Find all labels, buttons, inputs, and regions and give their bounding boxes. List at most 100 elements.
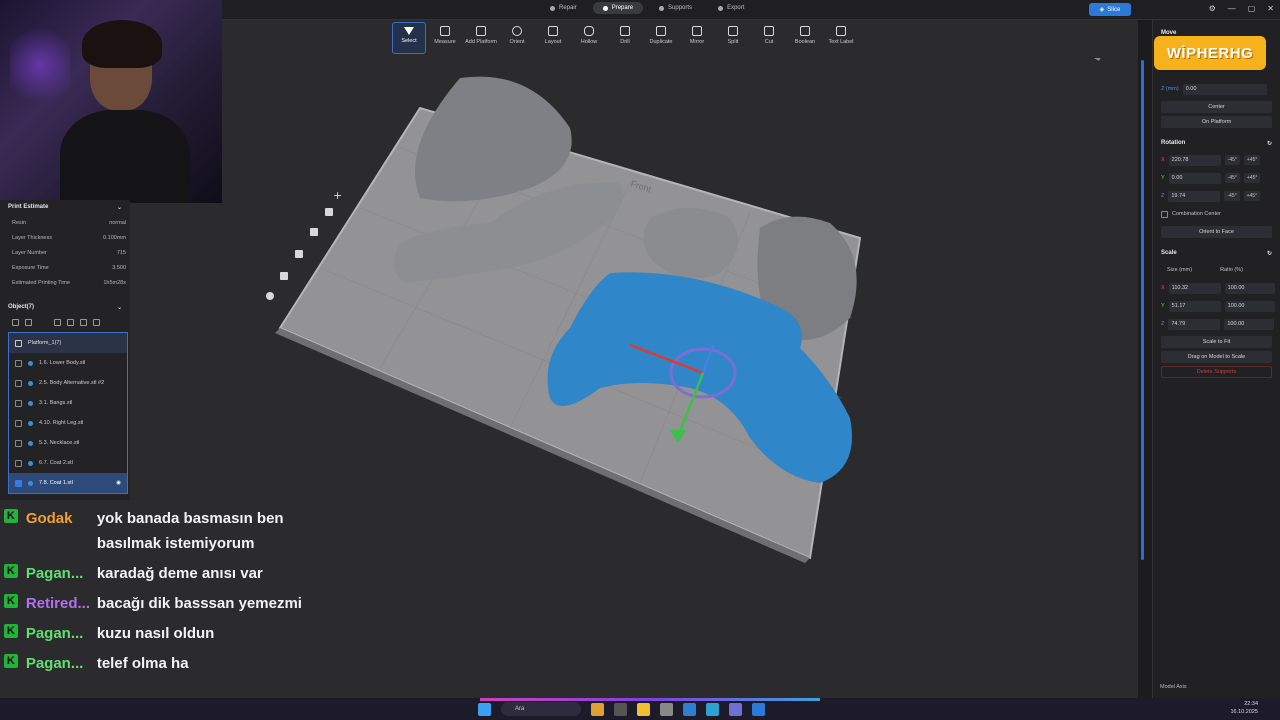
object-checkbox[interactable] <box>15 479 22 487</box>
split-tool[interactable]: Split <box>716 22 750 54</box>
duplicate-tool[interactable]: Duplicate <box>644 22 678 54</box>
hollow-tool[interactable]: Hollow <box>572 22 606 54</box>
app-icon[interactable] <box>591 702 604 716</box>
view-tool-icon[interactable] <box>310 228 318 236</box>
reset-icon[interactable]: ↻ <box>1267 250 1272 257</box>
view-cube-icon[interactable] <box>1085 58 1107 61</box>
scale-to-fit-button[interactable]: Scale to Fit <box>1161 336 1272 348</box>
orient-to-face-button[interactable]: Orient to Face <box>1161 226 1272 238</box>
chevron-down-icon[interactable]: ⌄ <box>117 204 122 211</box>
print-estimate-header[interactable]: Print Estimate ⌄ <box>0 200 130 215</box>
drag-to-scale-button[interactable]: Drag on Model to Scale <box>1161 351 1272 363</box>
boolean-tool[interactable]: Boolean <box>788 22 822 54</box>
scale-z-ratio-input[interactable]: 100.00 <box>1224 318 1275 330</box>
copy-icon[interactable] <box>67 319 74 326</box>
add-platform-tool[interactable]: Add Platform <box>464 22 498 54</box>
delete-supports-button[interactable]: Delete Supports <box>1161 366 1272 378</box>
reset-icon[interactable]: ↻ <box>1267 140 1272 147</box>
measure-label: Measure <box>434 39 456 45</box>
tab-export[interactable]: Export <box>708 2 754 14</box>
delete-icon[interactable] <box>80 319 87 326</box>
slice-button[interactable]: ◈ Slice <box>1089 3 1131 16</box>
tab-repair[interactable]: Repair <box>540 2 587 14</box>
folder-icon[interactable] <box>637 702 650 716</box>
move-z-input[interactable]: 0.00 <box>1182 83 1267 95</box>
scale-header[interactable]: Scale ↻ <box>1153 246 1280 261</box>
center-button[interactable]: Center <box>1161 101 1272 113</box>
rotate-minus-button[interactable]: -45° <box>1224 191 1240 201</box>
object-checkbox[interactable] <box>15 439 22 447</box>
measure-tool[interactable]: Measure <box>428 22 462 54</box>
view-tool-icon[interactable] <box>325 208 333 216</box>
chat-message: K Pagan... kuzu nasıl oldun <box>4 621 304 646</box>
rotate-minus-button[interactable]: -45° <box>1224 173 1240 183</box>
list-item[interactable]: 4.10. Right Leg.stl <box>9 413 127 433</box>
layout-tool[interactable]: Layout <box>536 22 570 54</box>
rotate-minus-button[interactable]: -45° <box>1224 155 1240 165</box>
chat-text: kuzu nasıl oldun <box>96 625 215 642</box>
clock-date: 16.10.2025 <box>1230 709 1258 715</box>
list-item[interactable]: 6.7. Coat 2.stl <box>9 453 127 473</box>
on-platform-button[interactable]: On Platform <box>1161 116 1272 128</box>
object-checkbox[interactable] <box>15 399 22 407</box>
chat-text: bacağı dik basssan yemezmi <box>96 595 302 612</box>
minimize-icon[interactable]: — <box>1228 4 1236 13</box>
maximize-icon[interactable]: ▢ <box>1248 4 1256 13</box>
scale-x-ratio-input[interactable]: 100.00 <box>1224 282 1275 294</box>
view-tool-icon[interactable] <box>295 250 303 258</box>
app-icon[interactable] <box>752 702 765 716</box>
close-icon[interactable]: ✕ <box>1267 4 1274 13</box>
rotation-y-input[interactable]: 0.00 <box>1168 172 1221 184</box>
eye-icon[interactable]: ◉ <box>116 480 121 486</box>
cut-tool[interactable]: Cut <box>752 22 786 54</box>
app-icon[interactable] <box>706 702 719 716</box>
objects-header[interactable]: Object(7) ⌄ <box>0 300 130 315</box>
object-checkbox[interactable] <box>15 379 22 387</box>
model-axis-label[interactable]: Model Axis <box>1160 684 1187 690</box>
link-icon[interactable] <box>54 319 61 326</box>
app-icon[interactable] <box>683 702 696 716</box>
rotate-plus-button[interactable]: +45° <box>1243 191 1261 201</box>
scale-y-size-input[interactable]: 51.17 <box>1168 300 1221 312</box>
list-item[interactable]: 2.5. Body Alternative.stl #2 <box>9 373 127 393</box>
view-tool-icon[interactable] <box>266 292 274 300</box>
settings-icon[interactable]: ⚙ <box>1209 4 1216 13</box>
zoom-in-icon[interactable]: + <box>333 189 342 202</box>
orient-tool[interactable]: Orient <box>500 22 534 54</box>
text-label-tool[interactable]: Text Label <box>824 22 858 54</box>
app-icon[interactable] <box>729 702 742 716</box>
view-tool-icon[interactable] <box>280 272 288 280</box>
app-icon[interactable] <box>614 702 627 716</box>
chevron-down-icon[interactable]: ⌄ <box>117 304 122 311</box>
rotation-z-input[interactable]: 19.74 <box>1168 190 1221 202</box>
search-input[interactable]: Ara <box>501 702 581 716</box>
list-item[interactable]: 1.6. Lower Body.stl <box>9 353 127 373</box>
rotate-plus-button[interactable]: +45° <box>1243 173 1261 183</box>
group-icon[interactable] <box>25 319 32 326</box>
rotation-x-input[interactable]: 220.78 <box>1168 154 1221 166</box>
add-icon[interactable] <box>93 319 100 326</box>
select-all-checkbox[interactable] <box>12 319 19 326</box>
rotate-plus-button[interactable]: +45° <box>1243 155 1261 165</box>
layer-slider[interactable] <box>1141 60 1144 560</box>
list-item[interactable]: 3.1. Bangs.stl <box>9 393 127 413</box>
platform-row[interactable]: Platform_1(7) <box>9 333 127 353</box>
combination-center-checkbox[interactable] <box>1161 210 1168 218</box>
tab-prepare[interactable]: Prepare <box>592 2 644 14</box>
object-checkbox[interactable] <box>15 459 22 467</box>
drill-tool[interactable]: Drill <box>608 22 642 54</box>
select-tool[interactable]: Select <box>392 22 426 54</box>
object-checkbox[interactable] <box>15 419 22 427</box>
tab-supports[interactable]: Supports <box>649 2 702 14</box>
clock[interactable]: 22:34 16.10.2025 <box>1230 700 1258 716</box>
scale-z-size-input[interactable]: 74.79 <box>1168 318 1221 330</box>
list-item-selected[interactable]: 7.8. Coat 1.stl ◉ <box>9 473 127 493</box>
object-checkbox[interactable] <box>15 359 22 367</box>
scale-x-size-input[interactable]: 110.32 <box>1168 282 1221 294</box>
start-icon[interactable] <box>478 702 491 716</box>
app-icon[interactable] <box>660 702 673 716</box>
rotation-header[interactable]: Rotation ↻ <box>1153 136 1280 151</box>
mirror-tool[interactable]: Mirror <box>680 22 714 54</box>
list-item[interactable]: 5.3. Necklace.stl <box>9 433 127 453</box>
scale-y-ratio-input[interactable]: 100.00 <box>1224 300 1275 312</box>
